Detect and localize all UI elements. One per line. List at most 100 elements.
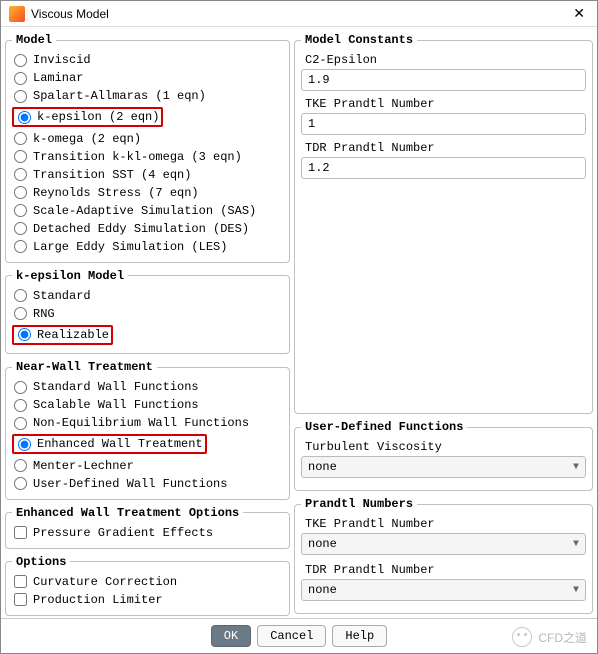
udf-legend: User-Defined Functions <box>301 420 467 434</box>
chevron-down-icon: ▼ <box>573 462 579 473</box>
options-checkbox[interactable] <box>14 575 27 588</box>
options-option[interactable]: Production Limiter <box>12 591 283 609</box>
nwt-radio[interactable] <box>14 459 27 472</box>
model-option[interactable]: Transition k-kl-omega (3 eqn) <box>12 148 283 166</box>
nwt-option[interactable]: Scalable Wall Functions <box>12 396 283 414</box>
model-constants-group: Model Constants C2-Epsilon TKE Prandtl Nu… <box>294 33 593 414</box>
model-radio[interactable] <box>14 90 27 103</box>
prandtl-select[interactable]: none▼ <box>301 579 586 601</box>
ewt-checkbox[interactable] <box>14 526 27 539</box>
model-radio[interactable] <box>14 132 27 145</box>
model-option[interactable]: Transition SST (4 eqn) <box>12 166 283 184</box>
window-title: Viscous Model <box>31 7 569 21</box>
model-constants-legend: Model Constants <box>301 33 417 47</box>
ke-model-radio[interactable] <box>18 328 31 341</box>
close-icon[interactable]: ✕ <box>569 5 589 22</box>
model-label: Laminar <box>33 70 83 86</box>
ewt-option[interactable]: Pressure Gradient Effects <box>12 524 283 542</box>
model-radio[interactable] <box>14 54 27 67</box>
ke-model-radio[interactable] <box>14 307 27 320</box>
ke-model-option[interactable]: Standard <box>12 287 283 305</box>
prandtl-legend: Prandtl Numbers <box>301 497 417 511</box>
options-legend: Options <box>12 555 70 569</box>
right-column: Model Constants C2-Epsilon TKE Prandtl Nu… <box>294 31 593 618</box>
ke-model-option[interactable]: RNG <box>12 305 283 323</box>
nwt-radio[interactable] <box>14 381 27 394</box>
nwt-option[interactable]: Standard Wall Functions <box>12 378 283 396</box>
prandtl-select-value: none <box>308 583 337 597</box>
ke-model-radio[interactable] <box>14 289 27 302</box>
udf-field-label: Turbulent Viscosity <box>301 438 586 454</box>
model-option[interactable]: k-omega (2 eqn) <box>12 130 283 148</box>
nwt-group: Near-Wall Treatment Standard Wall Functi… <box>5 360 290 500</box>
footer: OK Cancel Help CFD之道 <box>1 618 597 653</box>
model-radio[interactable] <box>14 150 27 163</box>
chevron-down-icon: ▼ <box>573 539 579 550</box>
model-radio[interactable] <box>14 240 27 253</box>
nwt-radio[interactable] <box>14 477 27 490</box>
cancel-button[interactable]: Cancel <box>257 625 326 647</box>
model-option[interactable]: Reynolds Stress (7 eqn) <box>12 184 283 202</box>
constant-field-input[interactable] <box>301 69 586 91</box>
ke-model-label: Realizable <box>37 327 109 343</box>
wechat-icon <box>512 627 532 647</box>
watermark-text: CFD之道 <box>538 629 587 646</box>
model-label: Inviscid <box>33 52 91 68</box>
ok-button[interactable]: OK <box>211 625 251 647</box>
prandtl-field-label: TDR Prandtl Number <box>301 561 586 577</box>
prandtl-field-label: TKE Prandtl Number <box>301 515 586 531</box>
ke-model-label: Standard <box>33 288 91 304</box>
ewt-options-group: Enhanced Wall Treatment Options Pressure… <box>5 506 290 549</box>
ke-model-legend: k-epsilon Model <box>12 269 128 283</box>
constant-field-input[interactable] <box>301 113 586 135</box>
model-radio[interactable] <box>18 111 31 124</box>
model-option[interactable]: Large Eddy Simulation (LES) <box>12 238 283 256</box>
model-option[interactable]: k-epsilon (2 eqn) <box>12 107 163 127</box>
model-label: Transition SST (4 eqn) <box>33 167 191 183</box>
ewt-options-legend: Enhanced Wall Treatment Options <box>12 506 243 520</box>
model-option[interactable]: Scale-Adaptive Simulation (SAS) <box>12 202 283 220</box>
model-radio[interactable] <box>14 168 27 181</box>
constant-field-label: TKE Prandtl Number <box>301 95 586 111</box>
help-button[interactable]: Help <box>332 625 387 647</box>
ke-model-option[interactable]: Realizable <box>12 325 113 345</box>
nwt-radio[interactable] <box>14 417 27 430</box>
ewt-label: Pressure Gradient Effects <box>33 525 213 541</box>
nwt-radio[interactable] <box>18 438 31 451</box>
ke-model-label: RNG <box>33 306 55 322</box>
model-option[interactable]: Inviscid <box>12 51 283 69</box>
prandtl-group: Prandtl Numbers TKE Prandtl Numbernone▼T… <box>294 497 593 614</box>
app-icon <box>9 6 25 22</box>
nwt-option[interactable]: Menter-Lechner <box>12 457 283 475</box>
udf-select[interactable]: none ▼ <box>301 456 586 478</box>
nwt-radio[interactable] <box>14 399 27 412</box>
nwt-label: Non-Equilibrium Wall Functions <box>33 415 249 431</box>
nwt-option[interactable]: Enhanced Wall Treatment <box>12 434 207 454</box>
options-label: Curvature Correction <box>33 574 177 590</box>
udf-select-value: none <box>308 460 337 474</box>
model-radio[interactable] <box>14 72 27 85</box>
nwt-legend: Near-Wall Treatment <box>12 360 157 374</box>
model-radio[interactable] <box>14 186 27 199</box>
options-group: Options Curvature CorrectionProduction L… <box>5 555 290 616</box>
nwt-label: User-Defined Wall Functions <box>33 476 227 492</box>
titlebar: Viscous Model ✕ <box>1 1 597 27</box>
constant-field-label: C2-Epsilon <box>301 51 586 67</box>
options-option[interactable]: Curvature Correction <box>12 573 283 591</box>
prandtl-select[interactable]: none▼ <box>301 533 586 555</box>
model-option[interactable]: Detached Eddy Simulation (DES) <box>12 220 283 238</box>
nwt-option[interactable]: User-Defined Wall Functions <box>12 475 283 493</box>
model-option[interactable]: Laminar <box>12 69 283 87</box>
left-column: Model InviscidLaminarSpalart-Allmaras (1… <box>5 31 290 618</box>
nwt-label: Scalable Wall Functions <box>33 397 199 413</box>
udf-group: User-Defined Functions Turbulent Viscosi… <box>294 420 593 491</box>
model-option[interactable]: Spalart-Allmaras (1 eqn) <box>12 87 283 105</box>
model-label: Large Eddy Simulation (LES) <box>33 239 227 255</box>
nwt-option[interactable]: Non-Equilibrium Wall Functions <box>12 414 283 432</box>
model-radio[interactable] <box>14 222 27 235</box>
watermark: CFD之道 <box>512 627 587 647</box>
constant-field-input[interactable] <box>301 157 586 179</box>
model-label: Spalart-Allmaras (1 eqn) <box>33 88 206 104</box>
model-radio[interactable] <box>14 204 27 217</box>
options-checkbox[interactable] <box>14 593 27 606</box>
